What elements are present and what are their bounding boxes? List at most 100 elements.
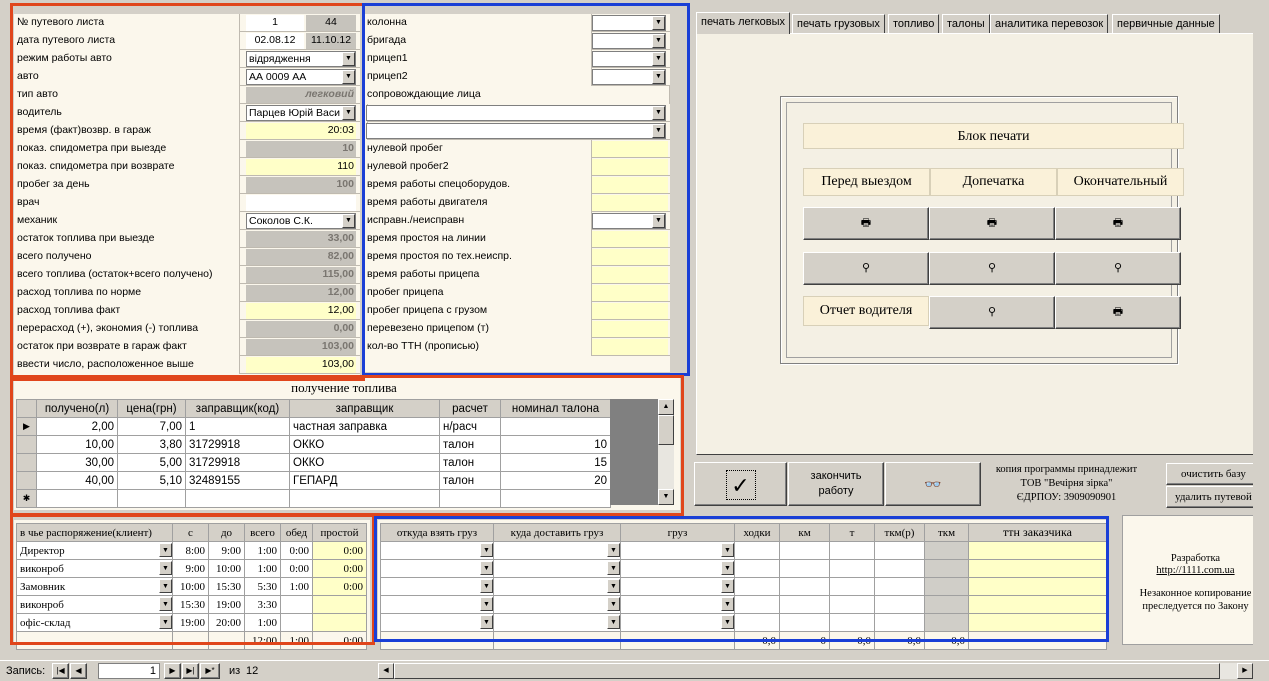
field-value[interactable] — [592, 285, 668, 301]
dropdown-arrow-icon[interactable]: ▼ — [607, 579, 620, 593]
table-cell[interactable]: талон — [439, 471, 501, 490]
field-value[interactable] — [592, 321, 668, 337]
dropdown-arrow-icon[interactable]: ▼ — [652, 124, 665, 138]
dropdown-arrow-icon[interactable]: ▼ — [607, 597, 620, 611]
table-cell[interactable]: 0:00 — [312, 559, 367, 578]
table-cell[interactable] — [280, 613, 313, 632]
table-cell[interactable]: 10,00 — [36, 435, 118, 454]
table-cell[interactable] — [185, 489, 290, 508]
table-cell[interactable]: 7,00 — [117, 417, 186, 436]
dropdown-arrow-icon[interactable]: ▼ — [480, 615, 493, 629]
table-cell[interactable]: офіс-склад ▼ — [16, 613, 173, 632]
table-row[interactable]: 10,00 3,80 31729918 ОККО талон 10 — [16, 435, 611, 454]
table-row[interactable]: ▼ ▼ ▼ — [380, 541, 1107, 560]
dropdown-arrow-icon[interactable]: ▼ — [721, 579, 734, 593]
table-cell[interactable]: 1:00 — [280, 577, 313, 596]
col-trips[interactable]: ходки — [734, 523, 780, 542]
print-reprint-button[interactable]: 🖶 — [929, 207, 1055, 240]
table-cell[interactable] — [779, 541, 830, 560]
table-cell[interactable]: ▼ — [380, 595, 494, 614]
field-combo[interactable]: відрядження ▼ — [246, 51, 356, 67]
table-cell[interactable]: ГЕПАРД — [289, 471, 440, 490]
table-row[interactable]: виконроб ▼ 15:30 19:00 3:30 — [16, 595, 367, 614]
last-record-button[interactable]: ▶| — [182, 663, 199, 679]
table-cell[interactable]: 19:00 — [208, 595, 245, 614]
driver-report-preview-button[interactable]: ⚲ — [929, 296, 1055, 329]
dropdown-arrow-icon[interactable]: ▼ — [721, 561, 734, 575]
table-cell[interactable] — [874, 577, 925, 596]
table-cell[interactable]: 31729918 — [185, 453, 290, 472]
fuel-scrollbar[interactable]: ▲ ▼ — [658, 399, 674, 505]
col-lunch[interactable]: обед — [280, 523, 313, 542]
field-value[interactable] — [246, 195, 356, 211]
table-row[interactable]: ▼ ▼ ▼ — [380, 559, 1107, 578]
col-payment[interactable]: расчет — [439, 399, 501, 418]
table-cell[interactable]: 15 — [500, 453, 611, 472]
col-delivery[interactable]: куда доставить груз — [493, 523, 621, 542]
field-value-primary[interactable]: 1 — [246, 15, 304, 31]
dropdown-arrow-icon[interactable]: ▼ — [652, 16, 665, 30]
table-row[interactable]: офіс-склад ▼ 19:00 20:00 1:00 — [16, 613, 367, 632]
table-cell[interactable] — [874, 595, 925, 614]
table-cell[interactable]: частная заправка — [289, 417, 440, 436]
table-cell[interactable] — [117, 489, 186, 508]
field-combo[interactable]: Парцев Юрій Васи ▼ — [246, 105, 356, 121]
table-cell[interactable]: 2,00 — [36, 417, 118, 436]
field-combo[interactable]: ▼ — [592, 213, 666, 229]
clear-database-button[interactable]: очистить базу — [1166, 463, 1261, 485]
table-cell[interactable] — [36, 489, 118, 508]
table-cell[interactable] — [734, 541, 780, 560]
escort-combo[interactable]: ▼ — [366, 105, 666, 121]
table-cell[interactable] — [312, 595, 367, 614]
tab-print-cars[interactable]: печать легковых — [696, 12, 790, 34]
field-combo[interactable]: ▼ — [592, 33, 666, 49]
row-selector[interactable] — [16, 471, 37, 490]
col-customer-ttn[interactable]: ттн заказчика — [968, 523, 1107, 542]
dropdown-arrow-icon[interactable]: ▼ — [721, 543, 734, 557]
col-received[interactable]: получено(л) — [36, 399, 118, 418]
col-price[interactable]: цена(грн) — [117, 399, 186, 418]
tab-coupons[interactable]: талоны — [942, 14, 990, 33]
col-tkm[interactable]: ткм — [924, 523, 969, 542]
table-cell[interactable]: ▼ — [620, 577, 735, 596]
field-value[interactable]: 103,00 — [246, 357, 356, 373]
table-cell[interactable] — [924, 613, 969, 632]
table-cell[interactable] — [829, 541, 875, 560]
table-cell[interactable]: ▼ — [380, 577, 494, 596]
dev-link[interactable]: http://1111.com.ua — [1123, 565, 1268, 576]
field-value[interactable] — [592, 177, 668, 193]
table-cell[interactable]: ▼ — [493, 577, 621, 596]
table-row[interactable]: Замовник ▼ 10:00 15:30 5:30 1:00 0:00 — [16, 577, 367, 596]
table-cell[interactable]: 30,00 — [36, 453, 118, 472]
table-cell[interactable]: 3:30 — [244, 595, 281, 614]
col-tkm-r[interactable]: ткм(р) — [874, 523, 925, 542]
dropdown-arrow-icon[interactable]: ▼ — [480, 561, 493, 575]
first-record-button[interactable]: |◀ — [52, 663, 69, 679]
table-cell[interactable]: 0:00 — [312, 577, 367, 596]
print-final-button[interactable]: 🖶 — [1055, 207, 1181, 240]
table-cell[interactable] — [779, 595, 830, 614]
scroll-up-icon[interactable]: ▲ — [658, 399, 674, 415]
table-cell[interactable]: 10:00 — [208, 559, 245, 578]
table-cell[interactable]: виконроб ▼ — [16, 559, 173, 578]
dropdown-arrow-icon[interactable]: ▼ — [342, 52, 355, 66]
field-value[interactable] — [592, 249, 668, 265]
col-idle[interactable]: простой — [312, 523, 367, 542]
dropdown-arrow-icon[interactable]: ▼ — [652, 106, 665, 120]
prev-record-button[interactable]: ◀ — [70, 663, 87, 679]
dropdown-arrow-icon[interactable]: ▼ — [342, 106, 355, 120]
table-cell[interactable]: 20:00 — [208, 613, 245, 632]
next-record-button[interactable]: ▶ — [164, 663, 181, 679]
table-row[interactable]: 30,00 5,00 31729918 ОККО талон 15 — [16, 453, 611, 472]
field-value[interactable] — [592, 195, 668, 211]
scroll-thumb[interactable] — [394, 663, 1220, 679]
table-cell[interactable] — [312, 613, 367, 632]
table-cell[interactable]: 0:00 — [312, 541, 367, 560]
table-cell[interactable]: Замовник ▼ — [16, 577, 173, 596]
col-station-code[interactable]: заправщик(код) — [185, 399, 290, 418]
table-cell[interactable] — [500, 489, 611, 508]
table-cell[interactable] — [924, 577, 969, 596]
field-value-primary[interactable]: 02.08.12 — [246, 33, 304, 49]
tab-fuel[interactable]: топливо — [888, 14, 940, 33]
table-cell[interactable]: 1 — [185, 417, 290, 436]
